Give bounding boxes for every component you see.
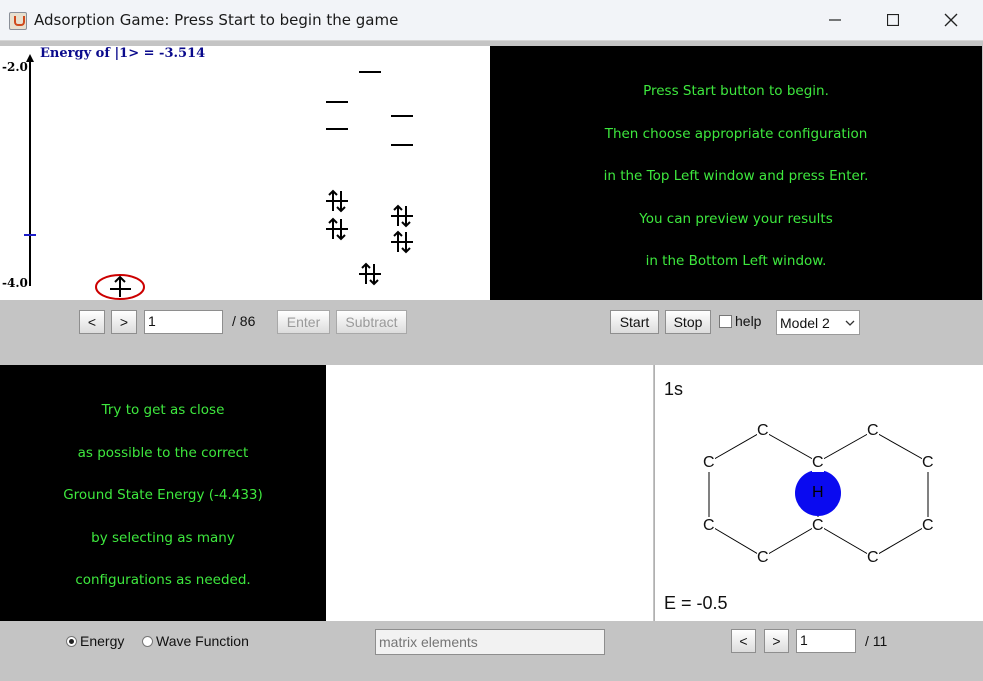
- energy-level: [326, 128, 348, 130]
- paired-electrons-icon: [391, 204, 413, 228]
- instruction-line: Then choose appropriate configuration: [604, 126, 868, 142]
- energy-level: [391, 115, 413, 117]
- minimize-button[interactable]: [806, 0, 864, 40]
- carbon-atom: C: [867, 422, 879, 440]
- enter-button[interactable]: Enter: [277, 310, 330, 334]
- carbon-atom: C: [867, 549, 879, 567]
- orbital-total-label: / 11: [865, 633, 888, 649]
- carbon-atom: C: [757, 549, 769, 567]
- close-button[interactable]: [922, 0, 980, 40]
- energy-radio[interactable]: [66, 636, 77, 647]
- energy-radio-label: Energy: [80, 633, 125, 649]
- window-title: Adsorption Game: Press Start to begin th…: [34, 11, 399, 29]
- config-total-label: / 86: [232, 313, 256, 329]
- orbital-index-field[interactable]: 1: [796, 629, 856, 653]
- preview-panel: [326, 365, 653, 621]
- help-label: help: [735, 313, 762, 329]
- minimize-icon: [829, 19, 841, 21]
- energy-level: [391, 144, 413, 146]
- goal-panel: Try to get as close as possible to the c…: [0, 365, 326, 621]
- wavefunction-radio-label: Wave Function: [156, 633, 249, 649]
- carbon-atom: C: [703, 517, 715, 535]
- goal-line: as possible to the correct: [77, 445, 249, 461]
- carbon-atom: C: [757, 422, 769, 440]
- stop-button[interactable]: Stop: [665, 310, 711, 334]
- close-icon: [944, 13, 958, 27]
- energy-level-panel[interactable]: Energy of |1> = -3.514 -2.0 -4.0: [0, 46, 490, 300]
- paired-electrons-icon: [326, 217, 348, 241]
- y-bottom-label: -4.0: [2, 276, 28, 290]
- hydrogen-atom: H: [812, 484, 824, 501]
- energy-axis: [24, 54, 145, 300]
- paired-electrons-icon: [326, 189, 348, 213]
- instruction-line: You can preview your results: [639, 211, 833, 227]
- goal-line: Try to get as close: [101, 402, 225, 418]
- model-select-value: Model 2: [780, 315, 830, 331]
- help-checkbox[interactable]: [719, 315, 732, 328]
- paired-electrons-icon: [391, 230, 413, 254]
- carbon-atom: C: [703, 454, 715, 472]
- orbital-next-button[interactable]: >: [764, 629, 789, 653]
- carbon-atom: C: [922, 517, 934, 535]
- energy-title: Energy of |1> = -3.514: [40, 46, 206, 61]
- orbital-prev-button[interactable]: <: [731, 629, 756, 653]
- maximize-button[interactable]: [864, 0, 922, 40]
- instruction-line: in the Bottom Left window.: [645, 253, 827, 269]
- instructions-panel: Press Start button to begin. Then choose…: [490, 46, 982, 300]
- paired-electrons-icon: [359, 262, 381, 286]
- matrix-elements-field[interactable]: [375, 629, 605, 655]
- model-select[interactable]: Model 2: [776, 310, 860, 335]
- goal-line: by selecting as many: [91, 530, 235, 546]
- energy-level: [359, 71, 381, 73]
- config-next-button[interactable]: >: [111, 310, 137, 334]
- java-app-icon: [9, 12, 27, 30]
- config-index-field[interactable]: 1: [144, 310, 223, 334]
- y-top-label: -2.0: [2, 60, 28, 74]
- chevron-down-icon: [845, 320, 855, 326]
- instruction-line: Press Start button to begin.: [643, 83, 829, 99]
- energy-level: [326, 101, 348, 103]
- molecule-panel: 1s C C C C C C C C C C H E = -0.5: [654, 365, 983, 621]
- carbon-atom: C: [922, 454, 934, 472]
- goal-line: configurations as needed.: [75, 572, 251, 588]
- config-prev-button[interactable]: <: [79, 310, 105, 334]
- instruction-line: in the Top Left window and press Enter.: [603, 168, 869, 184]
- title-bar: Adsorption Game: Press Start to begin th…: [0, 0, 983, 41]
- subtract-button[interactable]: Subtract: [336, 310, 407, 334]
- goal-line: Ground State Energy (-4.433): [63, 487, 263, 503]
- carbon-atom: C: [812, 454, 824, 472]
- maximize-icon: [887, 14, 899, 26]
- wavefunction-radio[interactable]: [142, 636, 153, 647]
- carbon-atom: C: [812, 517, 824, 535]
- orbital-energy: E = -0.5: [664, 593, 728, 613]
- start-button[interactable]: Start: [610, 310, 659, 334]
